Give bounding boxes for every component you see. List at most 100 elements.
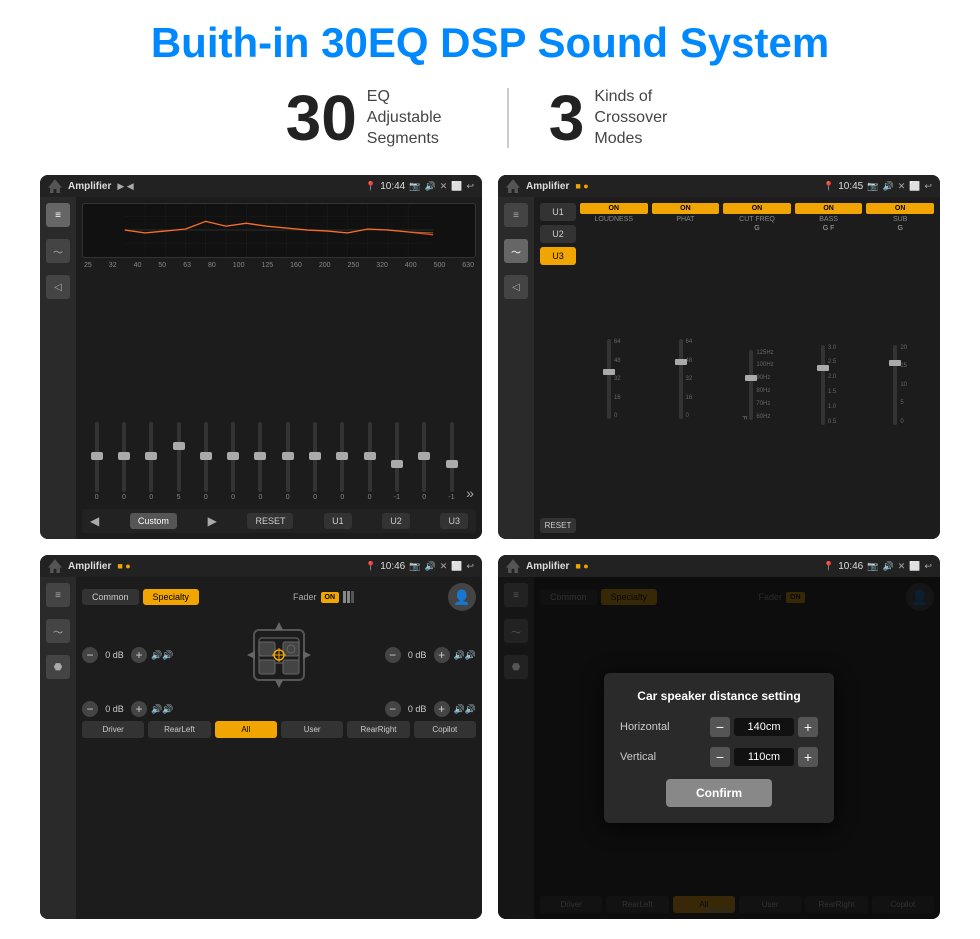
all-btn[interactable]: All — [215, 721, 277, 738]
home-icon-1[interactable] — [48, 179, 62, 193]
user-btn[interactable]: User — [281, 721, 343, 738]
next-arrow[interactable]: ▶ — [208, 514, 217, 528]
slider-63[interactable]: 0 — [193, 422, 218, 501]
back-icon-2[interactable]: ↩ — [924, 181, 932, 192]
tab-specialty-3[interactable]: Specialty — [143, 589, 200, 605]
vol-icon-1[interactable]: ◁ — [46, 275, 70, 299]
slider-400[interactable]: 0 — [412, 422, 437, 501]
status-icons-3: 📍 10:46 📷 🔊 ✕ ⬜ ↩ — [365, 561, 474, 572]
copilot-btn[interactable]: Copilot — [414, 721, 476, 738]
slider-100[interactable]: 0 — [248, 422, 273, 501]
close-icon-1[interactable]: ✕ — [440, 181, 448, 192]
tab-common-3[interactable]: Common — [82, 589, 139, 605]
reset-btn-1[interactable]: RESET — [247, 513, 293, 529]
window-icon-2[interactable]: ⬜ — [909, 181, 920, 192]
close-icon-3[interactable]: ✕ — [440, 561, 448, 572]
home-icon-2[interactable] — [506, 179, 520, 193]
eq-icon-2[interactable]: ≡ — [504, 203, 528, 227]
vol-minus-r1[interactable]: − — [385, 647, 401, 663]
vol-plus-2[interactable]: + — [131, 701, 147, 717]
vol-val-r2: 0 dB — [405, 704, 430, 714]
sub-toggle[interactable]: ON — [866, 203, 934, 214]
cutfreq-toggle[interactable]: ON — [723, 203, 791, 214]
volume-row-2: − 0 dB + 🔊🔊 − 0 dB + 🔊🔊 — [82, 701, 476, 717]
dialog-box: Car speaker distance setting Horizontal … — [604, 673, 834, 823]
screen1-sidebar: ≡ 〜 ◁ — [40, 197, 76, 539]
fader-on-badge[interactable]: ON — [321, 592, 340, 603]
bt-icon-3[interactable]: ⬣ — [46, 655, 70, 679]
slider-50[interactable]: 5 — [166, 422, 191, 501]
location-icon-2: 📍 — [823, 181, 834, 192]
back-icon-1[interactable]: ↩ — [466, 181, 474, 192]
status-icons-2: 📍 10:45 📷 🔊 ✕ ⬜ ↩ — [823, 181, 932, 192]
wave-icon-2[interactable]: 〜 — [504, 239, 528, 263]
driver-btn[interactable]: Driver — [82, 721, 144, 738]
vol-plus-1[interactable]: + — [131, 647, 147, 663]
vertical-plus[interactable]: + — [798, 747, 818, 767]
wave-icon-3[interactable]: 〜 — [46, 619, 70, 643]
u1-btn-1[interactable]: U1 — [324, 513, 352, 529]
vol-minus-2[interactable]: − — [82, 701, 98, 717]
phat-slider: 64 48 32 16 0 — [679, 225, 693, 533]
slider-80[interactable]: 0 — [220, 422, 245, 501]
confirm-button[interactable]: Confirm — [666, 779, 772, 807]
dialog-title: Car speaker distance setting — [620, 689, 818, 703]
prev-arrow[interactable]: ◀ — [90, 514, 99, 528]
back-icon-4[interactable]: ↩ — [924, 561, 932, 572]
rearright-btn[interactable]: RearRight — [347, 721, 409, 738]
horizontal-minus[interactable]: − — [710, 717, 730, 737]
slider-40[interactable]: 0 — [139, 422, 164, 501]
horizontal-plus[interactable]: + — [798, 717, 818, 737]
eq-freq-labels: 25 32 40 50 63 80 100 125 160 200 250 32… — [82, 262, 476, 269]
vol-minus-r2[interactable]: − — [385, 701, 401, 717]
window-icon-3[interactable]: ⬜ — [451, 561, 462, 572]
home-icon-4[interactable] — [506, 559, 520, 573]
loudness-toggle[interactable]: ON — [580, 203, 648, 214]
eq-icon-1[interactable]: ≡ — [46, 203, 70, 227]
loudness-label: LOUDNESS — [595, 216, 634, 223]
slider-500[interactable]: -1 — [439, 422, 464, 501]
preset-u2[interactable]: U2 — [540, 225, 576, 243]
phat-toggle[interactable]: ON — [652, 203, 720, 214]
vol-minus-1[interactable]: − — [82, 647, 98, 663]
preset-u1[interactable]: U1 — [540, 203, 576, 221]
home-icon-3[interactable] — [48, 559, 62, 573]
slider-250[interactable]: 0 — [357, 422, 382, 501]
close-icon-4[interactable]: ✕ — [898, 561, 906, 572]
scroll-right-icon[interactable]: » — [466, 485, 474, 501]
location-icon-1: 📍 — [365, 181, 376, 192]
crossover-reset-btn[interactable]: RESET — [540, 518, 576, 533]
window-icon-4[interactable]: ⬜ — [909, 561, 920, 572]
screen3-title: Amplifier — [68, 561, 111, 572]
vol-left-2: − 0 dB + 🔊🔊 — [82, 701, 173, 717]
close-icon-2[interactable]: ✕ — [898, 181, 906, 192]
horizontal-ctrl: − 140cm + — [710, 717, 818, 737]
vol-plus-r1[interactable]: + — [434, 647, 450, 663]
vol-icon-2[interactable]: ◁ — [504, 275, 528, 299]
play-icon-1[interactable]: ▶ ◀ — [117, 181, 133, 192]
vertical-minus[interactable]: − — [710, 747, 730, 767]
channel-loudness: ON LOUDNESS 64 48 32 16 0 — [580, 203, 648, 533]
u2-btn-1[interactable]: U2 — [382, 513, 410, 529]
slider-320[interactable]: -1 — [384, 422, 409, 501]
user-avatar[interactable]: 👤 — [448, 583, 476, 611]
wave-icon-1[interactable]: 〜 — [46, 239, 70, 263]
speaker-icons-2: 🔊🔊 — [151, 704, 173, 715]
window-icon-1[interactable]: ⬜ — [451, 181, 462, 192]
slider-200[interactable]: 0 — [330, 422, 355, 501]
preset-u3[interactable]: U3 — [540, 247, 576, 265]
fader-bars — [343, 591, 354, 603]
slider-32[interactable]: 0 — [111, 422, 136, 501]
bass-toggle[interactable]: ON — [795, 203, 863, 214]
rearleft-btn[interactable]: RearLeft — [148, 721, 210, 738]
custom-btn[interactable]: Custom — [130, 513, 177, 529]
slider-160[interactable]: 0 — [302, 422, 327, 501]
vol-plus-r2[interactable]: + — [434, 701, 450, 717]
u3-btn-1[interactable]: U3 — [440, 513, 468, 529]
slider-25[interactable]: 0 — [84, 422, 109, 501]
slider-125[interactable]: 0 — [275, 422, 300, 501]
record-icon-3: ■ ● — [117, 561, 130, 571]
eq-icon-3[interactable]: ≡ — [46, 583, 70, 607]
back-icon-3[interactable]: ↩ — [466, 561, 474, 572]
volume-icon-1: 🔊 — [424, 181, 435, 192]
